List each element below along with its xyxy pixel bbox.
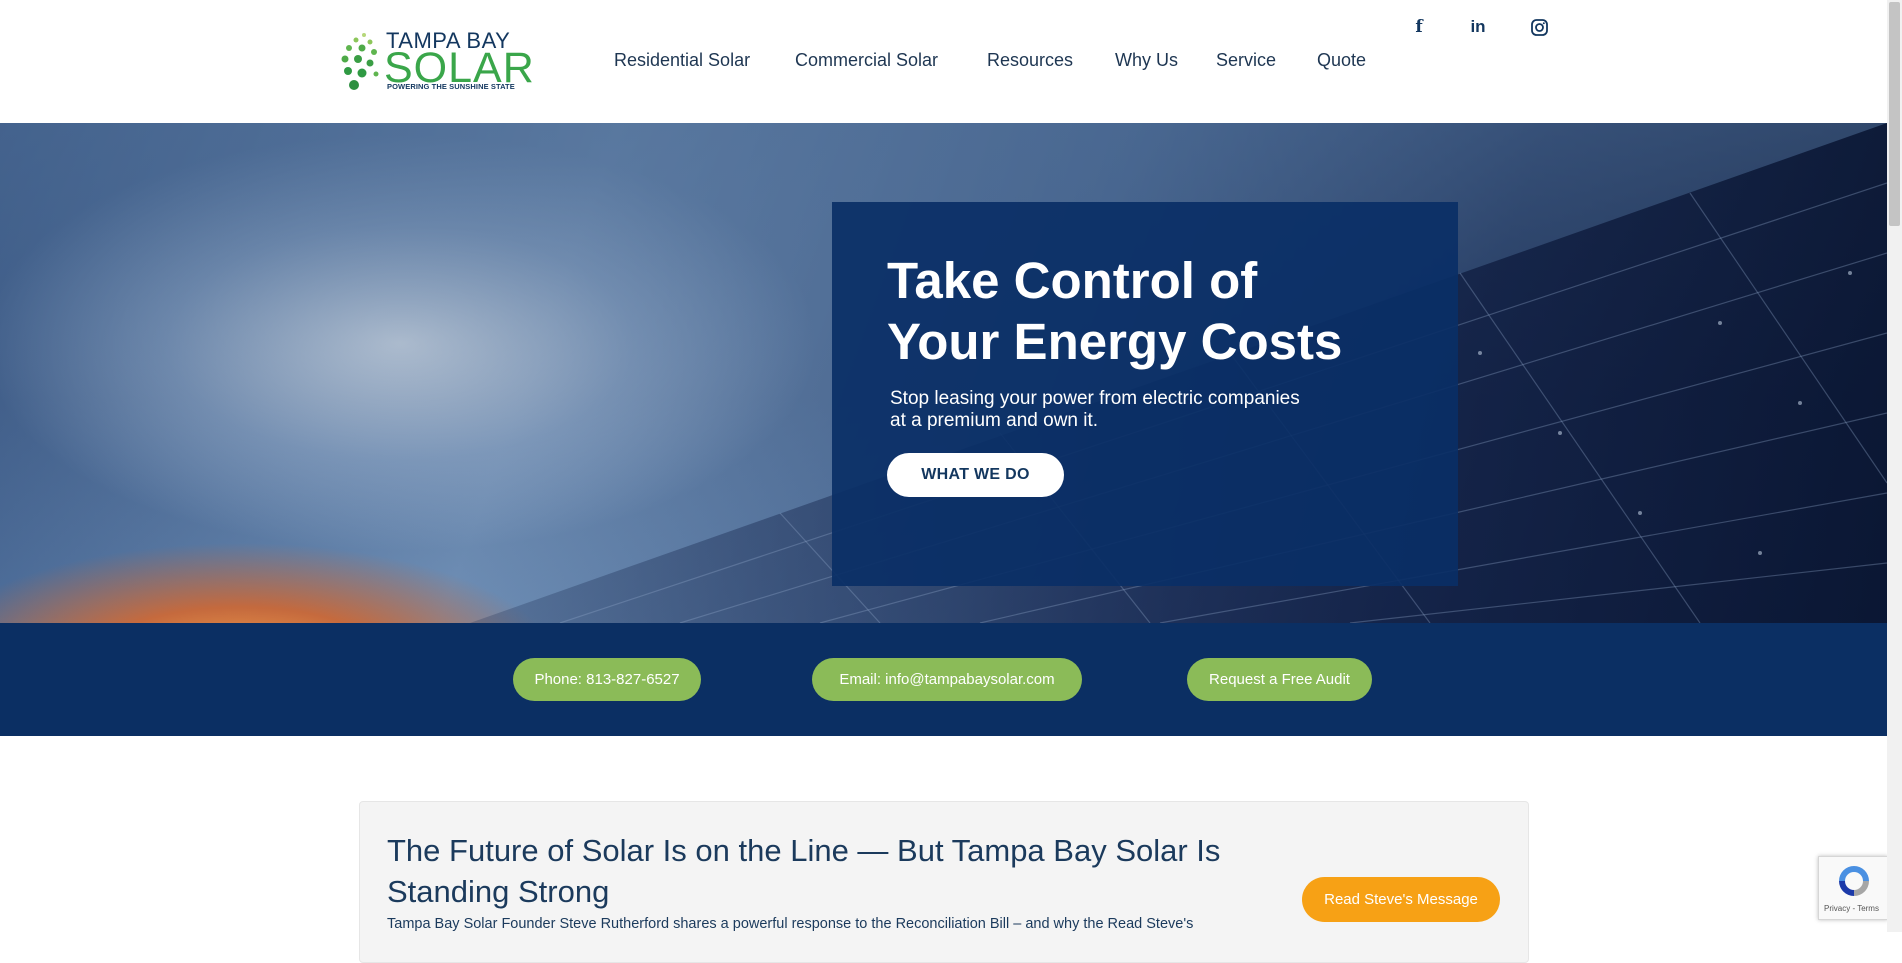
- hero-subtitle-line-1: Stop leasing your power from electric co…: [890, 388, 1300, 409]
- announcement-title: The Future of Solar Is on the Line — But…: [387, 830, 1267, 912]
- what-we-do-button[interactable]: WHAT WE DO: [887, 453, 1064, 497]
- recaptcha-badge[interactable]: Privacy - Terms: [1818, 856, 1888, 920]
- instagram-icon[interactable]: [1527, 17, 1551, 37]
- request-audit-button[interactable]: Request a Free Audit: [1187, 658, 1372, 701]
- hero-title-line-1: Take Control of: [887, 252, 1258, 309]
- facebook-icon[interactable]: f: [1407, 17, 1431, 37]
- sun-dots-icon: [341, 33, 379, 90]
- announcement-card: The Future of Solar Is on the Line — But…: [359, 801, 1529, 963]
- recaptcha-links[interactable]: Privacy - Terms: [1824, 904, 1879, 913]
- hero-title-line-2: Your Energy Costs: [887, 313, 1343, 370]
- nav-item-service[interactable]: Service: [1216, 50, 1276, 71]
- email-button[interactable]: Email: info@tampabaysolar.com: [812, 658, 1082, 701]
- nav-item-commercial-solar[interactable]: Commercial Solar: [795, 50, 938, 71]
- scrollbar[interactable]: [1887, 0, 1902, 932]
- recaptcha-icon: [1839, 866, 1869, 896]
- scrollbar-thumb[interactable]: [1889, 2, 1900, 226]
- linkedin-icon[interactable]: in: [1466, 17, 1490, 37]
- logo-tagline: POWERING THE SUNSHINE STATE: [387, 82, 515, 91]
- phone-button[interactable]: Phone: 813-827-6527: [513, 658, 701, 701]
- hero-banner: Take Control of Your Energy Costs Stop l…: [0, 123, 1887, 623]
- nav-item-quote[interactable]: Quote: [1317, 50, 1366, 71]
- hero-title: Take Control of Your Energy Costs: [887, 250, 1427, 372]
- nav-item-residential-solar[interactable]: Residential Solar: [614, 50, 750, 71]
- nav-item-resources[interactable]: Resources: [987, 50, 1073, 71]
- announcement-text: Tampa Bay Solar Founder Steve Rutherford…: [387, 916, 1194, 932]
- announcement-title-line-2: Standing Strong: [387, 874, 610, 909]
- hero-callout: Take Control of Your Energy Costs Stop l…: [832, 202, 1458, 586]
- nav-item-why-us[interactable]: Why Us: [1115, 50, 1178, 71]
- read-steves-message-button[interactable]: Read Steve's Message: [1302, 877, 1500, 922]
- contact-band: Phone: 813-827-6527 Email: info@tampabay…: [0, 623, 1887, 736]
- site-header: TAMPA BAY SOLAR POWERING THE SUNSHINE ST…: [0, 0, 1887, 123]
- hero-subtitle-line-2: at a premium and own it.: [890, 410, 1099, 431]
- announcement-title-line-1: The Future of Solar Is on the Line — But…: [387, 833, 1221, 868]
- site-logo[interactable]: TAMPA BAY SOLAR POWERING THE SUNSHINE ST…: [340, 26, 534, 92]
- hero-subtitle: Stop leasing your power from electric co…: [890, 388, 1410, 432]
